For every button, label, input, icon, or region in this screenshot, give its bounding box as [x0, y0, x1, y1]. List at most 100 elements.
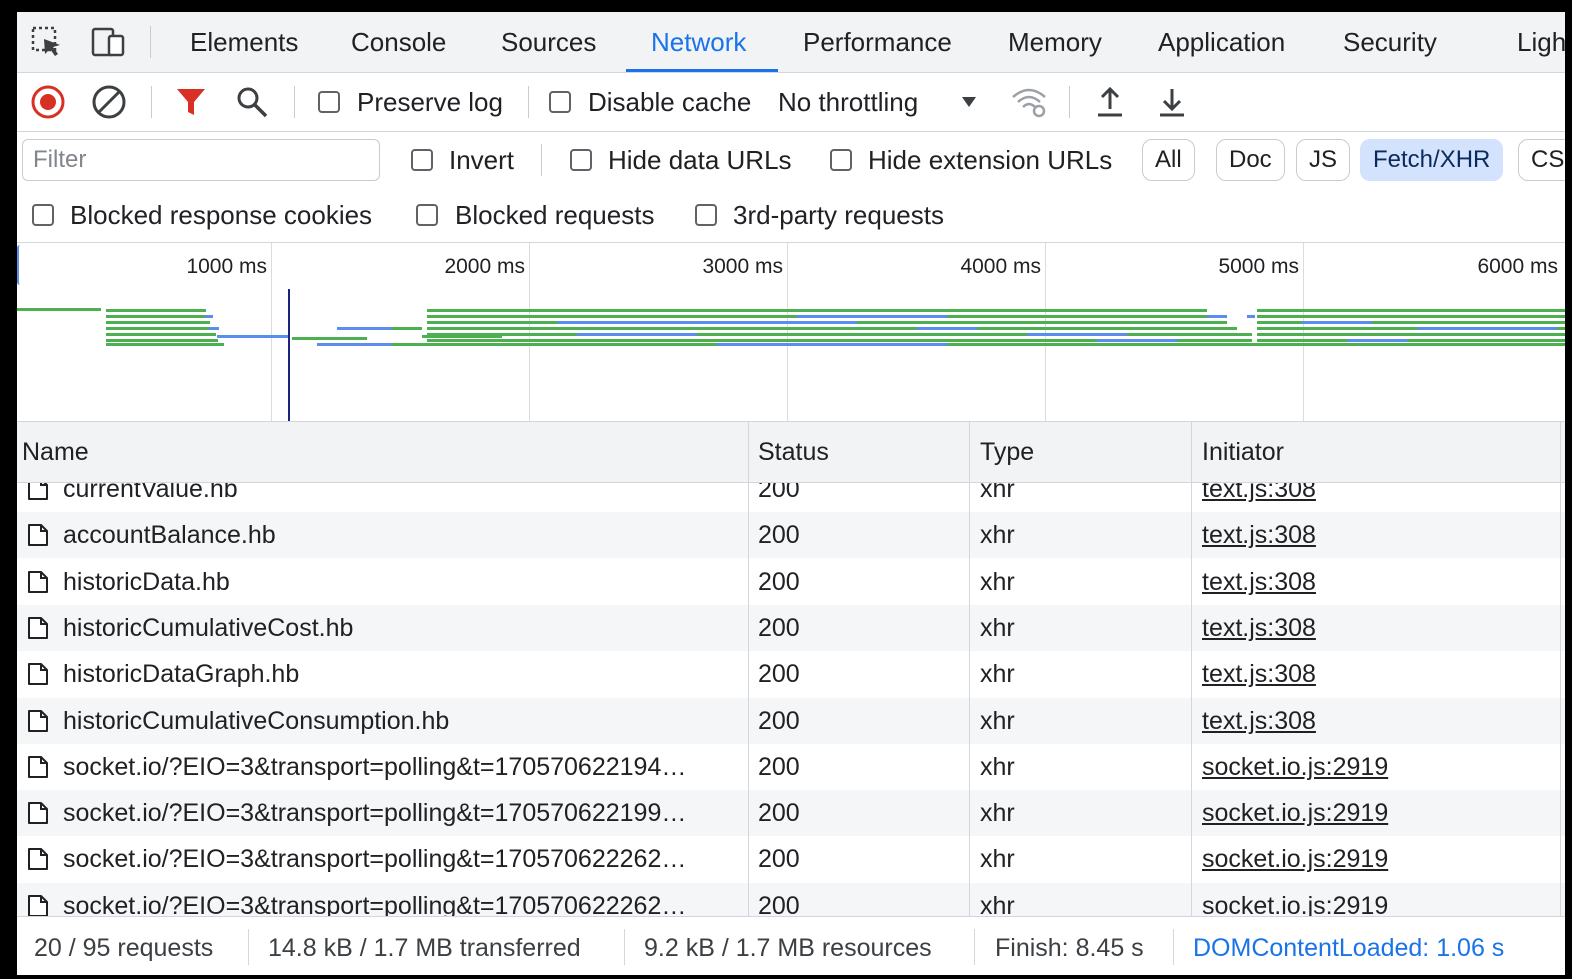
request-type: xhr: [980, 707, 1015, 735]
stop-recording-icon[interactable]: [29, 83, 67, 121]
column-header-type[interactable]: Type: [980, 422, 1034, 482]
toolbar-divider: [1069, 86, 1070, 118]
request-initiator-link[interactable]: socket.io.js:2919: [1202, 883, 1542, 916]
request-name: socket.io/?EIO=3&transport=polling&t=170…: [63, 753, 687, 781]
network-overview[interactable]: 1000 ms 2000 ms 3000 ms 4000 ms 5000 ms 6000 …: [17, 243, 1565, 422]
overview-left-handle[interactable]: [17, 245, 23, 285]
table-row[interactable]: historicCumulativeCost.hb 200 xhr text.js:3…: [17, 605, 1565, 651]
throttling-select[interactable]: No throttling: [778, 87, 918, 117]
overview-request-bar: [392, 327, 422, 330]
transferred-size: 14.8 kB / 1.7 MB transferred: [268, 934, 581, 962]
column-header-status[interactable]: Status: [758, 422, 829, 482]
tab-security[interactable]: Security: [1343, 12, 1437, 72]
hide-data-urls-checkbox[interactable]: [570, 149, 592, 171]
export-har-icon[interactable]: [1153, 83, 1191, 121]
request-type: xhr: [980, 660, 1015, 688]
request-initiator-link[interactable]: socket.io.js:2919: [1202, 790, 1542, 836]
tab-sources[interactable]: Sources: [501, 12, 596, 72]
devtools-panel: Elements Console Sources Network Performance…: [17, 12, 1565, 975]
blocked-requests-checkbox[interactable]: [416, 204, 438, 226]
table-row[interactable]: historicData.hb 200 xhr text.js:308: [17, 559, 1565, 605]
overview-request-bar: [1232, 333, 1252, 336]
tab-network[interactable]: Network: [651, 12, 746, 72]
tab-elements[interactable]: Elements: [190, 12, 298, 72]
table-row[interactable]: socket.io/?EIO=3&transport=polling&t=170…: [17, 883, 1565, 916]
request-initiator-link[interactable]: text.js:308: [1202, 483, 1542, 512]
overview-request-bar: [1247, 315, 1255, 318]
request-status: 200: [758, 660, 800, 688]
overview-request-bar: [205, 315, 213, 318]
filter-icon[interactable]: [172, 83, 210, 121]
request-initiator-link[interactable]: text.js:308: [1202, 698, 1542, 744]
third-party-requests-label: 3rd-party requests: [733, 200, 944, 230]
inspect-element-icon[interactable]: [29, 24, 65, 60]
overview-request-bar: [917, 327, 977, 330]
request-type: xhr: [980, 483, 1015, 503]
hide-extension-urls-checkbox[interactable]: [830, 149, 852, 171]
table-row[interactable]: socket.io/?EIO=3&transport=polling&t=170…: [17, 836, 1565, 882]
table-row[interactable]: currentValue.hb 200 xhr text.js:308: [17, 483, 1565, 512]
tab-ligh[interactable]: Ligh: [1517, 12, 1565, 72]
column-header-name[interactable]: Name: [22, 422, 89, 482]
search-icon[interactable]: [233, 83, 271, 121]
overview-tick-label: 3000 ms: [702, 255, 783, 278]
hide-data-urls-label: Hide data URLs: [608, 145, 792, 175]
request-name: historicData.hb: [63, 568, 230, 596]
clear-icon[interactable]: [90, 83, 128, 121]
request-initiator-link[interactable]: text.js:308: [1202, 651, 1542, 697]
request-type: xhr: [980, 568, 1015, 596]
overview-cursor[interactable]: [288, 289, 290, 421]
table-row[interactable]: socket.io/?EIO=3&transport=polling&t=170…: [17, 744, 1565, 790]
third-party-requests-checkbox[interactable]: [695, 204, 717, 226]
column-divider[interactable]: [1560, 422, 1561, 482]
disable-cache-checkbox[interactable]: [549, 91, 571, 113]
overview-request-bar: [106, 309, 206, 312]
request-initiator-link[interactable]: socket.io.js:2919: [1202, 836, 1542, 882]
table-row[interactable]: accountBalance.hb 200 xhr text.js:308: [17, 512, 1565, 558]
request-initiator-link[interactable]: text.js:308: [1202, 559, 1542, 605]
request-initiator-link[interactable]: text.js:308: [1202, 512, 1542, 558]
type-filter-js[interactable]: JS: [1296, 139, 1351, 181]
request-initiator-link[interactable]: socket.io.js:2919: [1202, 744, 1542, 790]
network-conditions-icon[interactable]: [1010, 83, 1048, 121]
preserve-log-checkbox[interactable]: [318, 91, 340, 113]
overview-request-bar: [1097, 339, 1177, 342]
device-toolbar-icon[interactable]: [90, 24, 126, 60]
overview-request-bar: [1257, 315, 1565, 318]
import-har-icon[interactable]: [1091, 83, 1129, 121]
document-icon: [27, 847, 49, 871]
request-name: socket.io/?EIO=3&transport=polling&t=170…: [63, 892, 687, 916]
request-initiator-link[interactable]: text.js:308: [1202, 605, 1542, 651]
tab-application[interactable]: Application: [1158, 12, 1285, 72]
column-divider[interactable]: [748, 422, 749, 482]
finish-time: Finish: 8.45 s: [995, 934, 1144, 962]
tab-performance[interactable]: Performance: [803, 12, 952, 72]
filter-input[interactable]: [22, 139, 380, 181]
type-filter-doc[interactable]: Doc: [1216, 139, 1285, 181]
column-header-initiator[interactable]: Initiator: [1202, 422, 1284, 482]
column-divider: [969, 483, 970, 916]
overview-request-bar: [797, 315, 947, 318]
blocked-response-cookies-checkbox[interactable]: [32, 204, 54, 226]
tab-memory[interactable]: Memory: [1008, 12, 1102, 72]
overview-gridline: [1303, 243, 1304, 421]
toolbar-divider: [151, 86, 152, 118]
table-row[interactable]: historicDataGraph.hb 200 xhr text.js:308: [17, 651, 1565, 697]
overview-tick-label: 5000 ms: [1218, 255, 1299, 278]
document-icon: [27, 709, 49, 733]
table-row[interactable]: historicCumulativeConsumption.hb 200 xhr te…: [17, 698, 1565, 744]
type-filter-all[interactable]: All: [1142, 139, 1195, 181]
column-divider[interactable]: [969, 422, 970, 482]
type-filter-fetch-xhr[interactable]: Fetch/XHR: [1360, 139, 1504, 181]
network-toolbar: Preserve log Disable cache No throttling: [17, 73, 1565, 132]
type-filter-cs[interactable]: CS: [1518, 139, 1565, 181]
chevron-down-icon[interactable]: [950, 83, 988, 121]
column-divider[interactable]: [1191, 422, 1192, 482]
overview-request-bar: [106, 315, 208, 318]
invert-checkbox[interactable]: [411, 149, 433, 171]
overview-request-bar: [106, 321, 210, 324]
tab-console[interactable]: Console: [351, 12, 446, 72]
overview-request-bar: [1347, 339, 1407, 342]
table-row[interactable]: socket.io/?EIO=3&transport=polling&t=170…: [17, 790, 1565, 836]
request-type: xhr: [980, 892, 1015, 916]
